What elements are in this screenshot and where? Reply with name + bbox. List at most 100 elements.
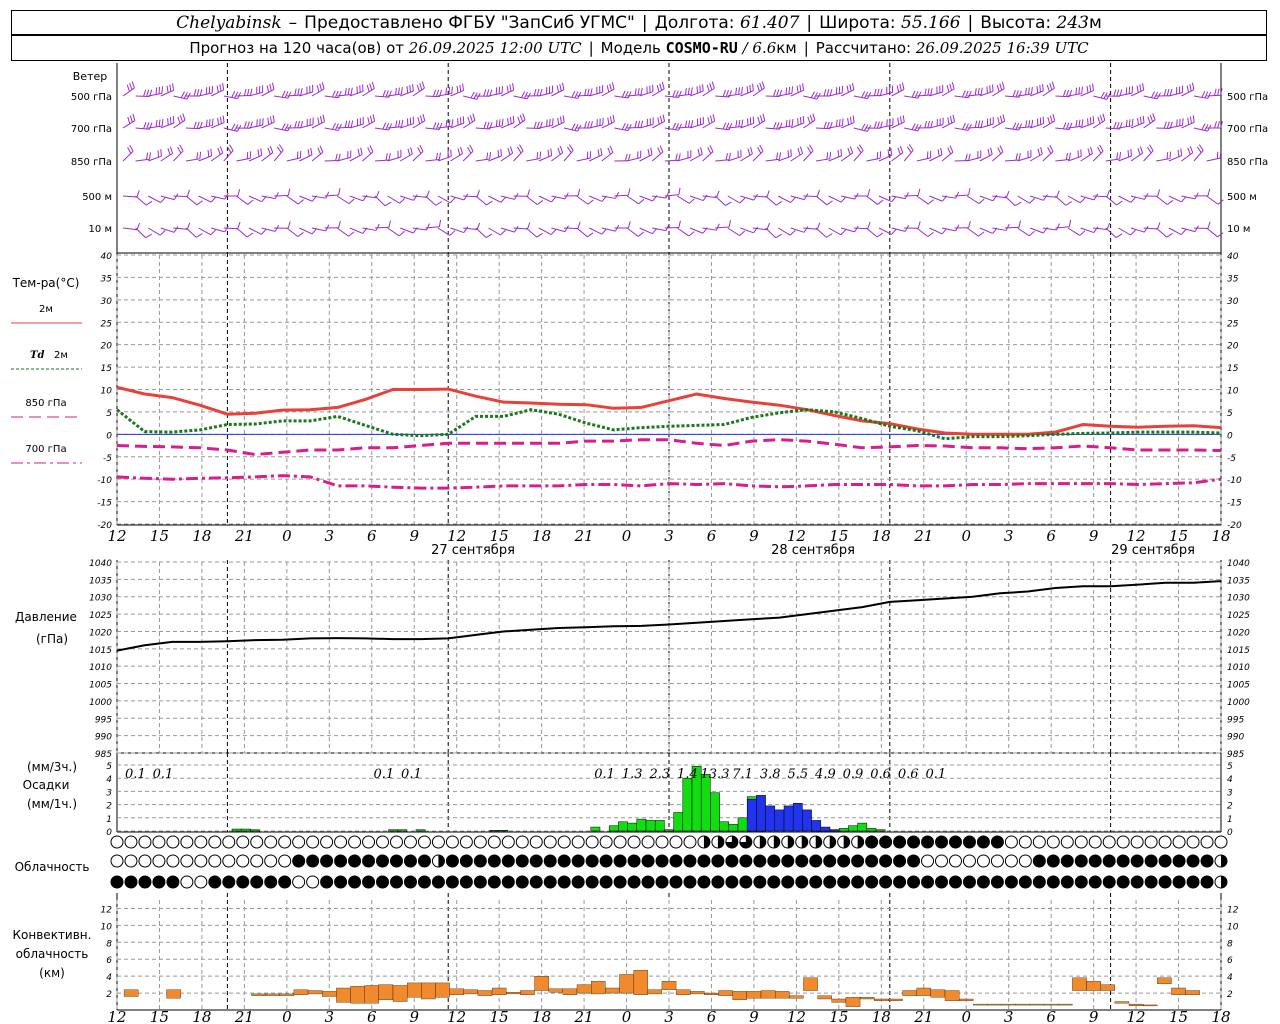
convective-layer — [336, 987, 351, 1003]
cloud-symbol — [320, 854, 334, 868]
cloud-symbol — [194, 854, 208, 868]
convective-tick-label: 10 — [101, 922, 113, 932]
cloud-symbol — [1074, 835, 1088, 849]
cloud-symbol — [935, 835, 949, 849]
cloud-symbol — [110, 835, 124, 849]
wind-barb — [803, 222, 821, 230]
cloud-symbol — [962, 854, 976, 868]
wind-barb — [513, 189, 531, 197]
rain-bar — [875, 829, 886, 832]
convective-layer — [959, 998, 974, 1001]
cloud-symbol — [599, 854, 613, 868]
precip-tick-label: 0 — [1227, 828, 1233, 838]
cloud-symbol — [935, 875, 949, 889]
precip-3h-total: 4.9 — [814, 767, 836, 782]
wind-barb — [1206, 151, 1222, 162]
precip-3h-total: 0.1 — [925, 767, 946, 782]
cloud-symbol — [753, 835, 767, 849]
wind-barb — [790, 193, 809, 201]
wind-barb — [904, 123, 922, 132]
wind-barb — [500, 146, 514, 162]
cloud-symbol — [809, 875, 823, 889]
wind-barb — [324, 122, 342, 131]
wind-barb — [689, 194, 708, 202]
precip-3h-total: 0.9 — [843, 767, 864, 782]
cloud-symbol — [334, 854, 348, 868]
wind-barb — [853, 91, 872, 100]
cloud-symbol — [1116, 835, 1130, 849]
wind-level-label: 500 гПа — [71, 92, 112, 103]
convective-layer — [378, 984, 394, 1000]
cloud-symbol — [948, 875, 962, 889]
cloud-symbol — [683, 835, 697, 849]
cloud-symbol — [907, 835, 921, 849]
cloud-symbol — [823, 835, 837, 849]
wind-barb — [425, 195, 442, 206]
cloud-symbol — [557, 835, 571, 849]
temp-tick-label: 20 — [101, 342, 113, 352]
time-tick-label: 15 — [829, 1008, 848, 1024]
convective-layer — [789, 995, 804, 999]
pressure-tick-label: 1040 — [89, 559, 112, 569]
wind-barb — [1092, 144, 1104, 162]
wind-barb — [614, 90, 632, 99]
wind-barb — [374, 122, 393, 131]
wind-level-label: 500 м — [82, 192, 112, 203]
cloud-symbol — [501, 875, 515, 889]
cloud-symbol — [1018, 854, 1032, 868]
wind-barb — [563, 221, 581, 229]
convective-tick-label: 2 — [106, 990, 112, 1000]
wind-barb — [399, 147, 413, 162]
time-tick-label: 6 — [1046, 1008, 1056, 1024]
convective-layer — [279, 993, 295, 996]
cloud-symbol — [445, 835, 459, 849]
wind-barb — [1193, 188, 1211, 197]
wind-barb — [311, 82, 325, 97]
wind-barb — [614, 221, 631, 229]
wind-barb — [1042, 223, 1060, 231]
convective-layer — [293, 989, 309, 995]
wind-barb — [122, 113, 136, 129]
wind-barb — [525, 195, 544, 206]
cloud-symbol — [697, 854, 711, 868]
wind-barb — [853, 189, 871, 197]
wind-barb — [689, 147, 703, 162]
precip-unit-3h: (мм/3ч.) — [27, 760, 77, 774]
cloud-symbol — [711, 835, 725, 849]
wind-barb — [513, 113, 526, 129]
wind-barb — [702, 81, 715, 97]
wind-barb — [815, 227, 833, 238]
rain-bar — [415, 829, 426, 832]
wind-barb — [236, 88, 253, 97]
precip-tick-label: 0 — [106, 828, 112, 838]
cloud-symbol — [851, 875, 865, 889]
cloud-symbol — [1032, 875, 1046, 889]
wind-title: Ветер — [73, 70, 107, 83]
wind-barb — [1143, 113, 1156, 129]
cloud-symbol — [613, 854, 627, 868]
cloud-symbol — [487, 854, 501, 868]
cloud-symbol — [278, 875, 292, 889]
cloud-symbol — [935, 854, 949, 868]
cloud-symbol — [837, 835, 851, 849]
cloud-symbol — [515, 854, 529, 868]
wind-barb — [563, 90, 582, 99]
wind-barb — [866, 88, 883, 97]
rain-bar — [397, 829, 408, 832]
wind-barb — [173, 91, 191, 100]
convective-layer — [265, 993, 280, 996]
cloud-symbol — [1200, 835, 1214, 849]
convective-layer — [647, 989, 663, 995]
wind-barb — [601, 82, 615, 97]
precip-3h-total: 5.5 — [787, 767, 808, 782]
precip-tick-label: 5 — [106, 762, 112, 772]
time-tick-label: 6 — [367, 1008, 377, 1024]
cloud-symbol — [306, 854, 320, 868]
pressure-tick-label: 1040 — [1227, 559, 1250, 569]
cloud-symbol — [767, 875, 781, 889]
legend-label: 700 гПа — [25, 444, 66, 455]
precip-3h-total: 13.3 — [701, 767, 730, 782]
temp-tick-label: 15 — [1227, 364, 1239, 374]
temp-tick-label: -5 — [103, 454, 112, 464]
pressure-tick-label: 985 — [95, 750, 112, 760]
